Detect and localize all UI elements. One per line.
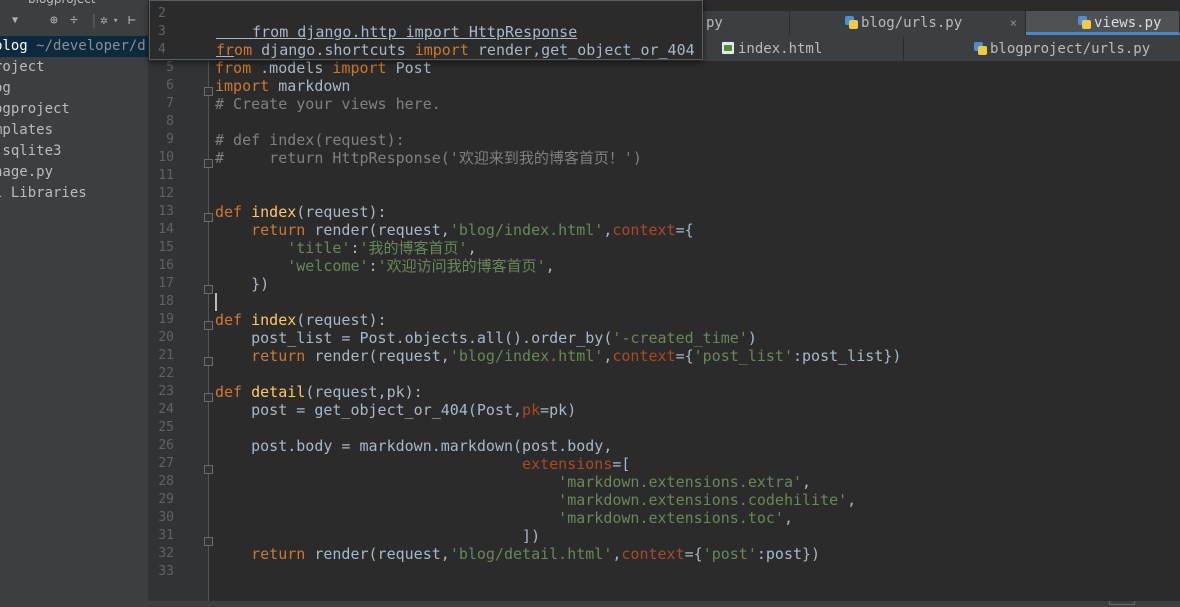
line-number: 24 [158, 402, 174, 417]
tab-blogproject-urls[interactable]: blogproject/urls.py [904, 37, 1180, 61]
code-line[interactable]: extensions=[ [215, 455, 630, 473]
line-number: 28 [158, 474, 174, 489]
line-number: 23 [158, 384, 174, 399]
line-number: 3 [158, 24, 166, 39]
line-number: 16 [158, 258, 174, 273]
code-line[interactable]: 'title':'我的博客首页', [215, 239, 476, 257]
line-number: 14 [158, 222, 174, 237]
fold-marker-icon[interactable] [204, 321, 213, 330]
line-number: 11 [158, 168, 174, 183]
line-number: 21 [158, 348, 174, 363]
code-line[interactable]: # Create your views here. [215, 95, 441, 113]
bottom-bar [0, 601, 1180, 607]
fold-marker-icon[interactable] [204, 87, 213, 96]
tab-views-partial[interactable]: py [702, 11, 790, 35]
fold-marker-icon[interactable] [204, 285, 213, 294]
code-line[interactable]: return render(request,'blog/detail.html'… [215, 545, 820, 563]
line-number: 33 [158, 564, 174, 579]
fold-marker-icon[interactable] [204, 465, 213, 474]
fold-marker-icon[interactable] [204, 393, 213, 402]
line-number: 19 [158, 312, 174, 327]
horizontal-scrollbar[interactable] [1109, 601, 1135, 605]
code-line[interactable]: def index(request): [215, 203, 387, 221]
line-number: 22 [158, 366, 174, 381]
tree-item[interactable]: og [0, 78, 11, 99]
settings-icon[interactable]: ✲ [100, 13, 108, 29]
tab-blog-urls[interactable]: blog/urls.py × [790, 11, 1026, 35]
line-number: 18 [158, 294, 174, 309]
tree-item[interactable]: nage.py [0, 162, 53, 183]
line-number-gutter: 5 6 7 8 9 10 11 12 13 14 15 16 17 18 19 20 21 22 23 24 25 26 2… [149, 0, 213, 607]
code-line[interactable]: post = get_object_or_404(Post,pk=pk) [215, 401, 576, 419]
line-number: 6 [166, 78, 174, 93]
line-number: 31 [158, 528, 174, 543]
line-number: 20 [158, 330, 174, 345]
line-number: 27 [158, 456, 174, 471]
project-panel: blogproject ▼ ⊕ ÷ | ✲ ▾ ⊢ blog ~/develop… [0, 0, 149, 607]
code-line[interactable]: return render(request,'blog/index.html',… [215, 347, 901, 365]
line-number: 17 [158, 276, 174, 291]
code-line[interactable]: def index(request): [215, 311, 387, 329]
text-caret [215, 293, 217, 311]
code-line[interactable]: # def index(request): [215, 131, 405, 149]
html-file-icon [722, 41, 735, 55]
line-number: 4 [158, 42, 166, 57]
line-number: 5 [166, 60, 174, 75]
collapse-icon[interactable]: ÷ [70, 13, 78, 29]
code-editor[interactable]: 5 6 7 8 9 10 11 12 13 14 15 16 17 18 19 20 21 22 23 24 25 26 2… [149, 0, 1180, 607]
line-number: 26 [158, 438, 174, 453]
code-line[interactable]: 'markdown.extensions.codehilite', [215, 491, 856, 509]
line-number: 29 [158, 492, 174, 507]
tree-item[interactable]: mplates [0, 120, 53, 141]
code-peek-popup: 2 from django.http import HttpResponse 3… [149, 0, 703, 60]
tree-item-blog[interactable]: blog ~/developer/d [0, 36, 148, 57]
code-line[interactable]: 'markdown.extensions.extra', [215, 473, 811, 491]
code-line[interactable]: }) [215, 275, 269, 293]
fold-marker-icon[interactable] [204, 537, 213, 546]
code-line[interactable]: def detail(request,pk): [215, 383, 423, 401]
code-line[interactable]: post.body = markdown.markdown(post.body, [215, 437, 612, 455]
line-number: 32 [158, 546, 174, 561]
tab-index-html[interactable]: index.html [702, 37, 904, 61]
fold-marker-icon[interactable] [204, 159, 213, 168]
project-toolbar: ▼ ⊕ ÷ | ✲ ▾ ⊢ [0, 11, 148, 33]
line-number: 2 [158, 6, 166, 21]
line-number: 10 [158, 150, 174, 165]
code-line[interactable]: ]) [215, 527, 540, 545]
code-line[interactable]: import markdown [215, 77, 350, 95]
line-number: 8 [166, 114, 174, 129]
close-icon[interactable]: × [1010, 11, 1017, 35]
peek-line: from django.shortcuts import render,get_… [216, 41, 695, 59]
code-line[interactable]: 'markdown.extensions.toc', [215, 509, 793, 527]
line-number: 9 [166, 132, 174, 147]
line-number: 30 [158, 510, 174, 525]
tree-item[interactable]: l Libraries [0, 183, 87, 204]
code-line[interactable]: from .models import Post [215, 59, 432, 77]
line-number: 12 [158, 186, 174, 201]
python-file-icon [845, 15, 858, 29]
tree-item[interactable]: .sqlite3 [0, 141, 61, 162]
code-area[interactable]: from .models import Post import markdown #… [215, 0, 1175, 607]
code-line[interactable]: # return HttpResponse('欢迎来到我的博客首页！') [215, 149, 642, 167]
code-line[interactable]: post_list = Post.objects.all().order_by(… [215, 329, 757, 347]
python-file-icon [1078, 15, 1091, 29]
code-line[interactable]: 'welcome':'欢迎访问我的博客首页', [215, 257, 554, 275]
tree-item[interactable]: ogproject [0, 99, 70, 120]
settings-dropdown-icon[interactable]: ▾ [113, 13, 118, 29]
fold-marker-icon[interactable] [204, 213, 213, 222]
tree-item[interactable]: roject [0, 57, 45, 78]
code-line[interactable]: return render(request,'blog/index.html',… [215, 221, 694, 239]
dropdown-icon[interactable]: ▼ [12, 13, 18, 29]
python-file-icon [974, 41, 987, 55]
line-number: 13 [158, 204, 174, 219]
target-icon[interactable]: ⊕ [50, 13, 58, 29]
line-number: 15 [158, 240, 174, 255]
line-number: 25 [158, 420, 174, 435]
fold-marker-icon[interactable] [204, 357, 213, 366]
project-title: blogproject [28, 0, 96, 6]
hide-icon[interactable]: ⊢ [128, 13, 136, 29]
line-number: 7 [166, 96, 174, 111]
separator-icon: | [90, 13, 98, 28]
tab-views[interactable]: views.py [1026, 11, 1180, 35]
